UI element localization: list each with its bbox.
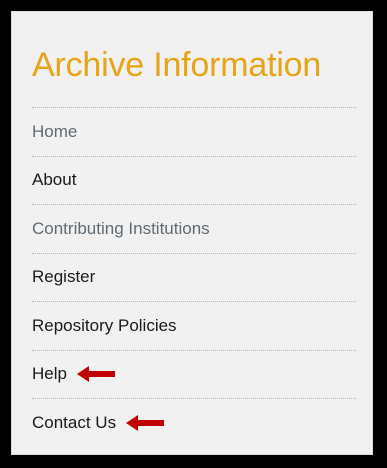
menu-item-label[interactable]: Contributing Institutions — [32, 219, 210, 239]
menu-item-contributing-institutions[interactable]: Contributing Institutions — [32, 205, 356, 254]
panel-title: Archive Information — [32, 12, 356, 108]
archive-info-panel: Archive Information Home About Contribut… — [11, 11, 373, 455]
menu-item-about[interactable]: About — [32, 157, 356, 205]
menu-item-label[interactable]: Repository Policies — [32, 316, 177, 336]
menu-item-repository-policies[interactable]: Repository Policies — [32, 302, 356, 351]
menu-item-label[interactable]: Home — [32, 122, 77, 142]
menu-item-label[interactable]: About — [32, 170, 76, 190]
left-arrow-icon — [76, 366, 115, 383]
menu-item-label[interactable]: Help — [32, 364, 67, 384]
menu-item-label[interactable]: Register — [32, 267, 95, 287]
screenshot-frame: Archive Information Home About Contribut… — [0, 0, 387, 468]
menu-item-home[interactable]: Home — [32, 108, 356, 157]
archive-menu: Home About Contributing Institutions Reg… — [32, 108, 356, 447]
menu-item-label[interactable]: Contact Us — [32, 413, 116, 433]
menu-item-help[interactable]: Help — [32, 351, 356, 399]
menu-item-contact-us[interactable]: Contact Us — [32, 399, 356, 447]
left-arrow-icon — [126, 414, 165, 431]
menu-item-register[interactable]: Register — [32, 254, 356, 302]
